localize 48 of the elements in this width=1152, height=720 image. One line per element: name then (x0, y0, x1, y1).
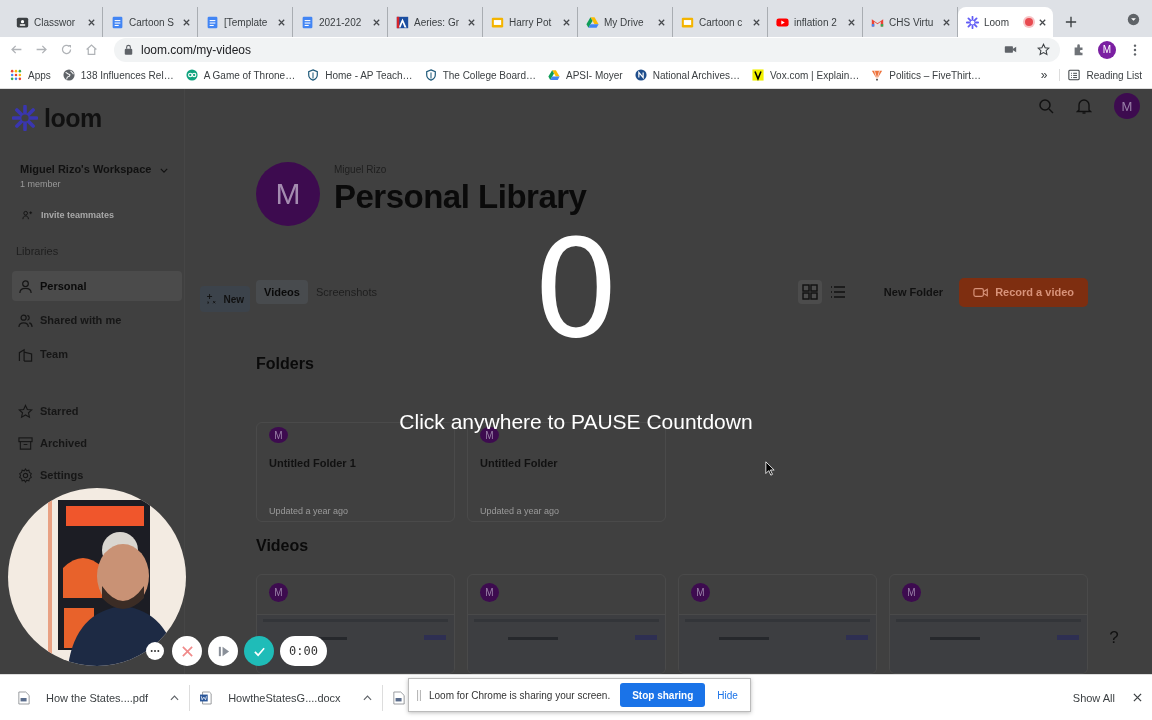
record-video-button[interactable]: Record a video (959, 277, 1088, 307)
updated-time: Updated a year ago (269, 506, 350, 517)
reading-list-button[interactable]: Reading List (1059, 69, 1142, 81)
avatar: M (691, 583, 710, 602)
tab-title: Cartoon c (699, 16, 744, 28)
bookmark[interactable]: A Game of Throne… (185, 69, 296, 81)
avatar: M (480, 583, 499, 602)
bookmark[interactable]: Vox.com | Explain… (751, 69, 860, 81)
countdown-number: 0 (532, 235, 620, 344)
browser-tab[interactable]: Loom (958, 7, 1053, 37)
library-avatar: M (256, 162, 320, 226)
more-bookmarks-button[interactable]: » (1040, 68, 1048, 82)
member-count: 1 member (20, 179, 62, 190)
avatar: M (269, 427, 288, 443)
avatar: M (269, 583, 288, 602)
tab-title: CHS Virtu (889, 16, 935, 28)
download-file-name[interactable]: How the States....pdf (46, 691, 149, 704)
tab-title: My Drive (604, 16, 645, 28)
tab-title: inflation 2 (794, 16, 838, 28)
download-file-name[interactable]: HowtheStatesG....docx (228, 691, 341, 704)
bookmark[interactable]: The College Board… (424, 69, 536, 81)
bookmark[interactable]: National Archives… (634, 69, 740, 81)
stop-sharing-button[interactable]: Stop sharing (620, 683, 706, 707)
bookmark[interactable]: Apps (10, 69, 51, 81)
user-avatar[interactable]: M (1114, 93, 1140, 119)
bookmark[interactable]: APSI- Moyer (548, 69, 623, 81)
video-card[interactable]: M (467, 574, 666, 674)
tab-title: Harry Pot (509, 16, 553, 28)
bookmark[interactable]: Politics – FiveThirt… (871, 69, 981, 81)
avatar: M (902, 583, 921, 602)
updated-time: Updated a year ago (480, 506, 561, 517)
hide-button[interactable]: Hide (713, 689, 742, 701)
tab-title: Loom (984, 16, 1010, 28)
tab-title: Aeries: Gr (414, 16, 460, 28)
bookmark[interactable]: Home - AP Teach… (307, 69, 413, 81)
tab-title: 2021-202 (319, 16, 363, 28)
recording-timer: 0:00 (280, 636, 327, 666)
profile-avatar[interactable]: M (1098, 40, 1116, 59)
bookmark[interactable]: 138 Influences Rel… (62, 69, 174, 81)
invite-link[interactable]: Invite teammates (22, 210, 115, 221)
sharing-message: Loom for Chrome is sharing your screen. (429, 689, 611, 701)
address-bar[interactable]: loom.com/my-videos (114, 37, 1060, 62)
tab-title: [Template (224, 16, 269, 28)
show-all-button[interactable]: Show All (1072, 691, 1115, 704)
video-card[interactable]: M (889, 574, 1088, 674)
tab-title: Cartoon S (129, 16, 176, 28)
tab-title: Classwor (34, 16, 77, 28)
video-card[interactable]: M (678, 574, 877, 674)
